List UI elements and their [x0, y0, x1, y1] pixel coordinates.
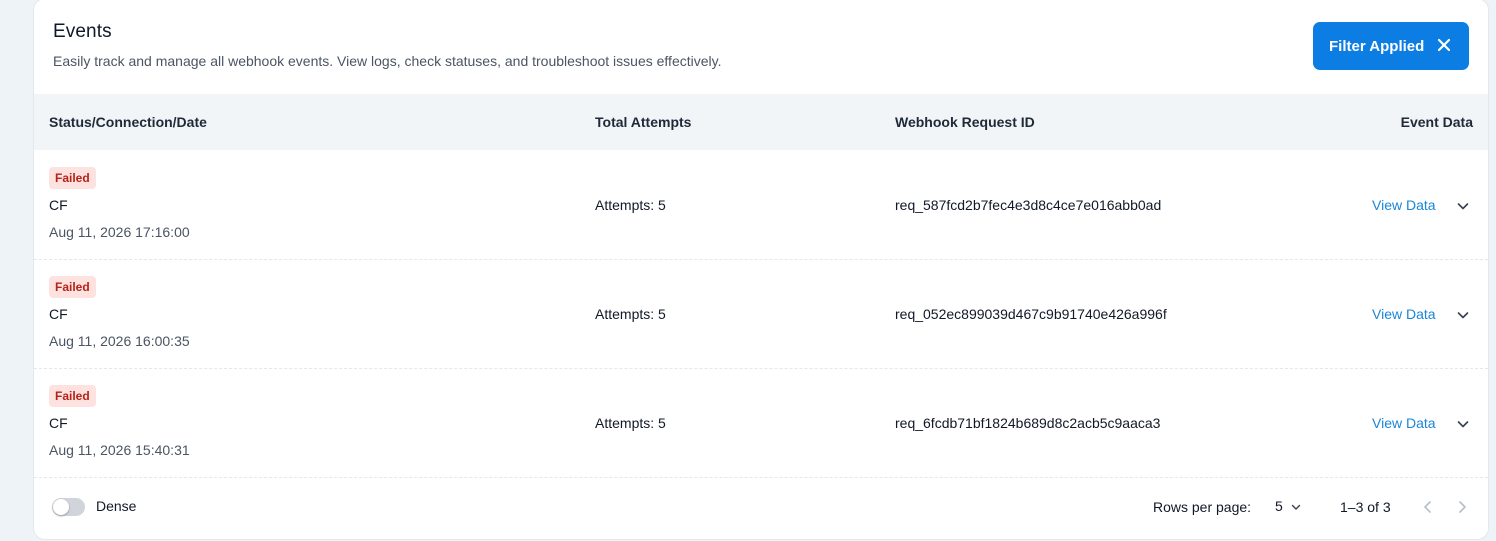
- table-row: Failed CF Aug 11, 2026 17:16:00 Attempts…: [34, 150, 1488, 260]
- chevron-down-icon: [1291, 504, 1301, 510]
- event-date: Aug 11, 2026 16:00:35: [49, 333, 190, 349]
- page-title: Events: [53, 21, 112, 42]
- status-badge: Failed: [49, 167, 96, 189]
- rows-per-page-value: 5: [1275, 498, 1283, 514]
- view-data-link[interactable]: View Data: [1372, 197, 1436, 213]
- pagination-range: 1–3 of 3: [1340, 499, 1391, 515]
- attempts-count: Attempts: 5: [595, 197, 666, 213]
- webhook-request-id: req_052ec899039d467c9b91740e426a996f: [895, 306, 1167, 322]
- attempts-count: Attempts: 5: [595, 415, 666, 431]
- dense-label: Dense: [96, 498, 137, 514]
- chevron-down-icon[interactable]: [1455, 198, 1471, 214]
- webhook-request-id: req_6fcdb71bf1824b689d8c2acb5c9aaca3: [895, 415, 1161, 431]
- table-footer: Dense Rows per page: 5 1–3 of 3: [34, 478, 1488, 539]
- close-icon[interactable]: [1435, 36, 1453, 54]
- connection-name: CF: [49, 197, 68, 213]
- column-header-status: Status/Connection/Date: [49, 114, 207, 130]
- event-date: Aug 11, 2026 17:16:00: [49, 224, 190, 240]
- chevron-down-icon[interactable]: [1455, 416, 1471, 432]
- column-header-request-id: Webhook Request ID: [895, 114, 1035, 130]
- filter-button-label: Filter Applied: [1329, 37, 1425, 55]
- view-data-link[interactable]: View Data: [1372, 415, 1436, 431]
- chevron-down-icon[interactable]: [1455, 307, 1471, 323]
- status-badge: Failed: [49, 385, 96, 407]
- events-card: Events Easily track and manage all webho…: [33, 0, 1489, 540]
- events-header: Events Easily track and manage all webho…: [34, 0, 1488, 94]
- event-date: Aug 11, 2026 15:40:31: [49, 442, 190, 458]
- rows-per-page-select[interactable]: 5: [1275, 497, 1309, 517]
- column-header-attempts: Total Attempts: [595, 114, 692, 130]
- table-header: Status/Connection/Date Total Attempts We…: [34, 94, 1488, 150]
- rows-per-page-label: Rows per page:: [1153, 499, 1252, 515]
- chevron-left-icon[interactable]: [1419, 498, 1437, 516]
- status-badge: Failed: [49, 276, 96, 298]
- column-header-event-data: Event Data: [1400, 114, 1473, 130]
- table-row: Failed CF Aug 11, 2026 15:40:31 Attempts…: [34, 368, 1488, 478]
- toggle-knob: [53, 499, 69, 515]
- view-data-link[interactable]: View Data: [1372, 306, 1436, 322]
- webhook-request-id: req_587fcd2b7fec4e3d8c4ce7e016abb0ad: [895, 197, 1162, 213]
- table-row: Failed CF Aug 11, 2026 16:00:35 Attempts…: [34, 259, 1488, 369]
- chevron-right-icon[interactable]: [1453, 498, 1471, 516]
- filter-applied-button[interactable]: Filter Applied: [1313, 22, 1469, 70]
- attempts-count: Attempts: 5: [595, 306, 666, 322]
- page-subtitle: Easily track and manage all webhook even…: [53, 53, 722, 69]
- connection-name: CF: [49, 306, 68, 322]
- dense-toggle[interactable]: [52, 498, 85, 516]
- connection-name: CF: [49, 415, 68, 431]
